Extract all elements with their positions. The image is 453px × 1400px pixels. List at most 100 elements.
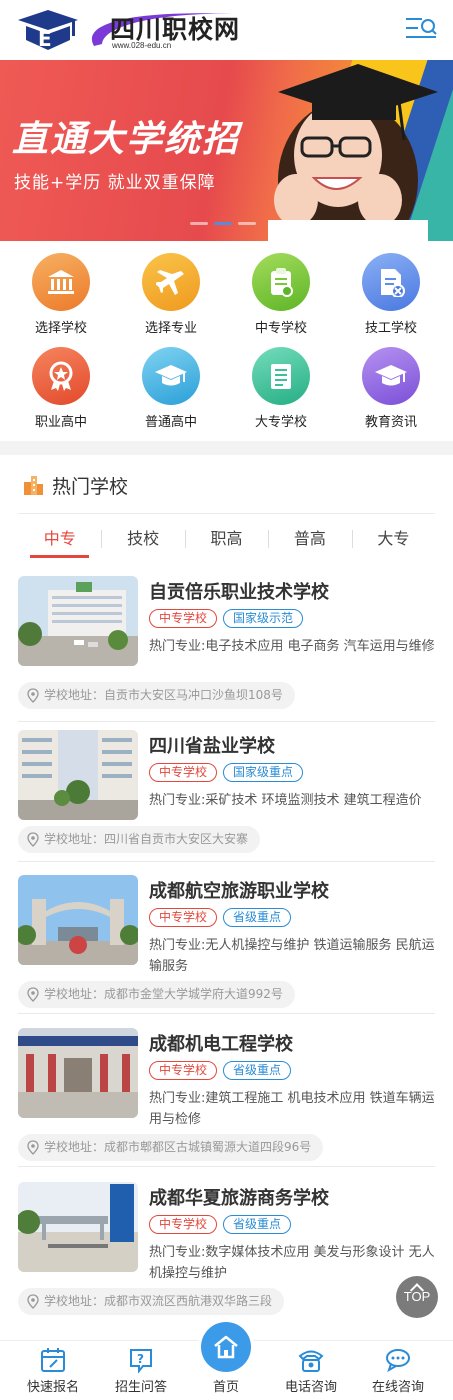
document-tools-icon (362, 253, 420, 311)
school-address-text: 学校地址：成都市双流区西航港双华路三段 (44, 1294, 273, 1308)
location-pin-icon (27, 987, 39, 1002)
category-college[interactable]: 大专学校 (226, 347, 336, 441)
tab-vocational-high[interactable]: 职高 (184, 522, 268, 558)
category-label: 选择专业 (144, 321, 197, 336)
category-technical-school[interactable]: 技工学校 (336, 253, 446, 347)
site-url: www.028-edu.cn (112, 41, 172, 50)
nav-phone-consult[interactable]: 电话咨询 (266, 1341, 356, 1400)
school-photo[interactable] (18, 1028, 138, 1118)
mortarboard-icon (362, 347, 420, 405)
category-label: 选择学校 (34, 321, 87, 336)
school-photo[interactable] (18, 576, 138, 666)
card-divider (18, 1013, 435, 1014)
school-majors: 热门专业:电子技术应用 电子商务 汽车运用与维修 (149, 639, 435, 654)
tab-general-high[interactable]: 普高 (268, 522, 351, 558)
school-name[interactable]: 成都航空旅游职业学校 (149, 877, 329, 903)
school-address: 学校地址：成都市双流区西航港双华路三段 (18, 1288, 285, 1315)
school-type-tabs: 中专 技校 职高 普高 大专 (18, 522, 435, 558)
banner-subline: 技能+学历 就业双重保障 (14, 173, 216, 193)
school-level-badge: 国家级重点 (223, 763, 304, 782)
card-divider (18, 1166, 435, 1167)
category-label: 教育资讯 (364, 415, 417, 430)
category-secondary-school[interactable]: 中专学校 (226, 253, 336, 347)
school-type-badge: 中专学校 (149, 1061, 218, 1080)
calendar-edit-icon (41, 1348, 65, 1372)
tab-college[interactable]: 大专 (351, 522, 435, 558)
hot-schools-header: 热门学校 (22, 470, 128, 500)
school-tags: 中专学校 国家级重点 (149, 763, 304, 782)
banner-dot[interactable] (190, 222, 208, 225)
banner-student-image (268, 64, 438, 241)
clipboard-icon (252, 253, 310, 311)
school-card[interactable]: 成都机电工程学校 中专学校 省级重点 热门专业:建筑工程施工 机电技术应用 铁道… (18, 1028, 435, 1167)
category-label: 普通高中 (144, 415, 197, 430)
school-majors: 热门专业:数字媒体技术应用 美发与形象设计 无人机操控与维护 (149, 1245, 435, 1281)
location-pin-icon (27, 832, 39, 847)
category-vocational-high[interactable]: 职业高中 (6, 347, 116, 441)
chat-bubbles-icon (386, 1349, 410, 1373)
nav-enrollment-qa[interactable]: ? 招生问答 (96, 1341, 186, 1400)
nav-label: 在线咨询 (371, 1380, 424, 1395)
nav-label: 招生问答 (114, 1380, 167, 1395)
banner-dot-active[interactable] (214, 222, 232, 225)
school-level-badge: 省级重点 (223, 1215, 292, 1234)
category-label: 中专学校 (254, 321, 307, 336)
tab-secondary[interactable]: 中专 (18, 522, 101, 558)
school-card[interactable]: 成都航空旅游职业学校 中专学校 省级重点 热门专业:无人机操控与维护 铁道运输服… (18, 875, 435, 1014)
school-card[interactable]: 四川省盐业学校 中专学校 国家级重点 热门专业:采矿技术 环境监测技术 建筑工程… (18, 730, 435, 867)
question-chat-icon: ? (130, 1349, 152, 1373)
school-level-badge: 省级重点 (223, 908, 292, 927)
school-majors: 热门专业:采矿技术 环境监测技术 建筑工程造价 (149, 793, 422, 808)
bank-icon (32, 253, 90, 311)
home-icon (214, 1335, 238, 1359)
school-name[interactable]: 成都华夏旅游商务学校 (149, 1184, 329, 1210)
card-divider (18, 721, 435, 722)
back-to-top-button[interactable]: TOP (396, 1276, 438, 1318)
school-photo[interactable] (18, 730, 138, 820)
school-name[interactable]: 四川省盐业学校 (149, 732, 275, 758)
school-tags: 中专学校 省级重点 (149, 1061, 292, 1080)
location-pin-icon (27, 1140, 39, 1155)
category-education-news[interactable]: 教育资讯 (336, 347, 446, 441)
svg-text:E: E (38, 27, 52, 51)
school-card[interactable]: 成都华夏旅游商务学校 中专学校 省级重点 热门专业:数字媒体技术应用 美发与形象… (18, 1182, 435, 1319)
school-card[interactable]: 自贡倍乐职业技术学校 中专学校 国家级示范 热门专业:电子技术应用 电子商务 汽… (18, 576, 435, 722)
divider (18, 513, 435, 514)
category-label: 大专学校 (254, 415, 307, 430)
location-pin-icon (27, 1294, 39, 1309)
category-label: 技工学校 (364, 321, 417, 336)
school-address: 学校地址：成都市郫都区古城镇蜀源大道四段96号 (18, 1134, 324, 1161)
category-label: 职业高中 (34, 415, 87, 430)
nav-label: 首页 (212, 1380, 239, 1395)
menu-search-icon[interactable] (404, 14, 438, 44)
category-general-high[interactable]: 普通高中 (116, 347, 226, 441)
school-photo[interactable] (18, 875, 138, 965)
banner-dot[interactable] (238, 222, 256, 225)
nav-quick-signup[interactable]: 快速报名 (8, 1341, 98, 1400)
home-button[interactable] (201, 1322, 251, 1372)
section-divider (0, 441, 453, 455)
nav-online-consult[interactable]: 在线咨询 (353, 1341, 443, 1400)
banner-pagination (190, 222, 256, 225)
school-photo[interactable] (18, 1182, 138, 1272)
promo-banner[interactable]: 直通大学统招 技能+学历 就业双重保障 (0, 60, 453, 241)
category-select-school[interactable]: 选择学校 (6, 253, 116, 347)
category-select-major[interactable]: 选择专业 (116, 253, 226, 347)
school-type-badge: 中专学校 (149, 1215, 218, 1234)
school-address: 学校地址：自贡市大安区马冲口沙鱼坝108号 (18, 682, 295, 709)
school-majors: 热门专业:建筑工程施工 机电技术应用 铁道车辆运用与检修 (149, 1091, 435, 1127)
airplane-icon (142, 253, 200, 311)
tab-technical[interactable]: 技校 (101, 522, 184, 558)
school-level-badge: 国家级示范 (223, 609, 304, 628)
school-address-text: 学校地址：自贡市大安区马冲口沙鱼坝108号 (44, 688, 283, 702)
school-name[interactable]: 自贡倍乐职业技术学校 (149, 578, 329, 604)
school-address: 学校地址：成都市金堂大学城学府大道992号 (18, 981, 295, 1008)
nav-label: 快速报名 (26, 1380, 79, 1395)
school-type-badge: 中专学校 (149, 908, 218, 927)
logo-icon[interactable]: E (14, 6, 82, 52)
hot-schools-title: 热门学校 (52, 475, 129, 498)
graduation-cap-icon (142, 347, 200, 405)
school-name[interactable]: 成都机电工程学校 (149, 1030, 293, 1056)
school-address: 学校地址：四川省自贡市大安区大安寨 (18, 826, 261, 853)
school-type-badge: 中专学校 (149, 763, 218, 782)
